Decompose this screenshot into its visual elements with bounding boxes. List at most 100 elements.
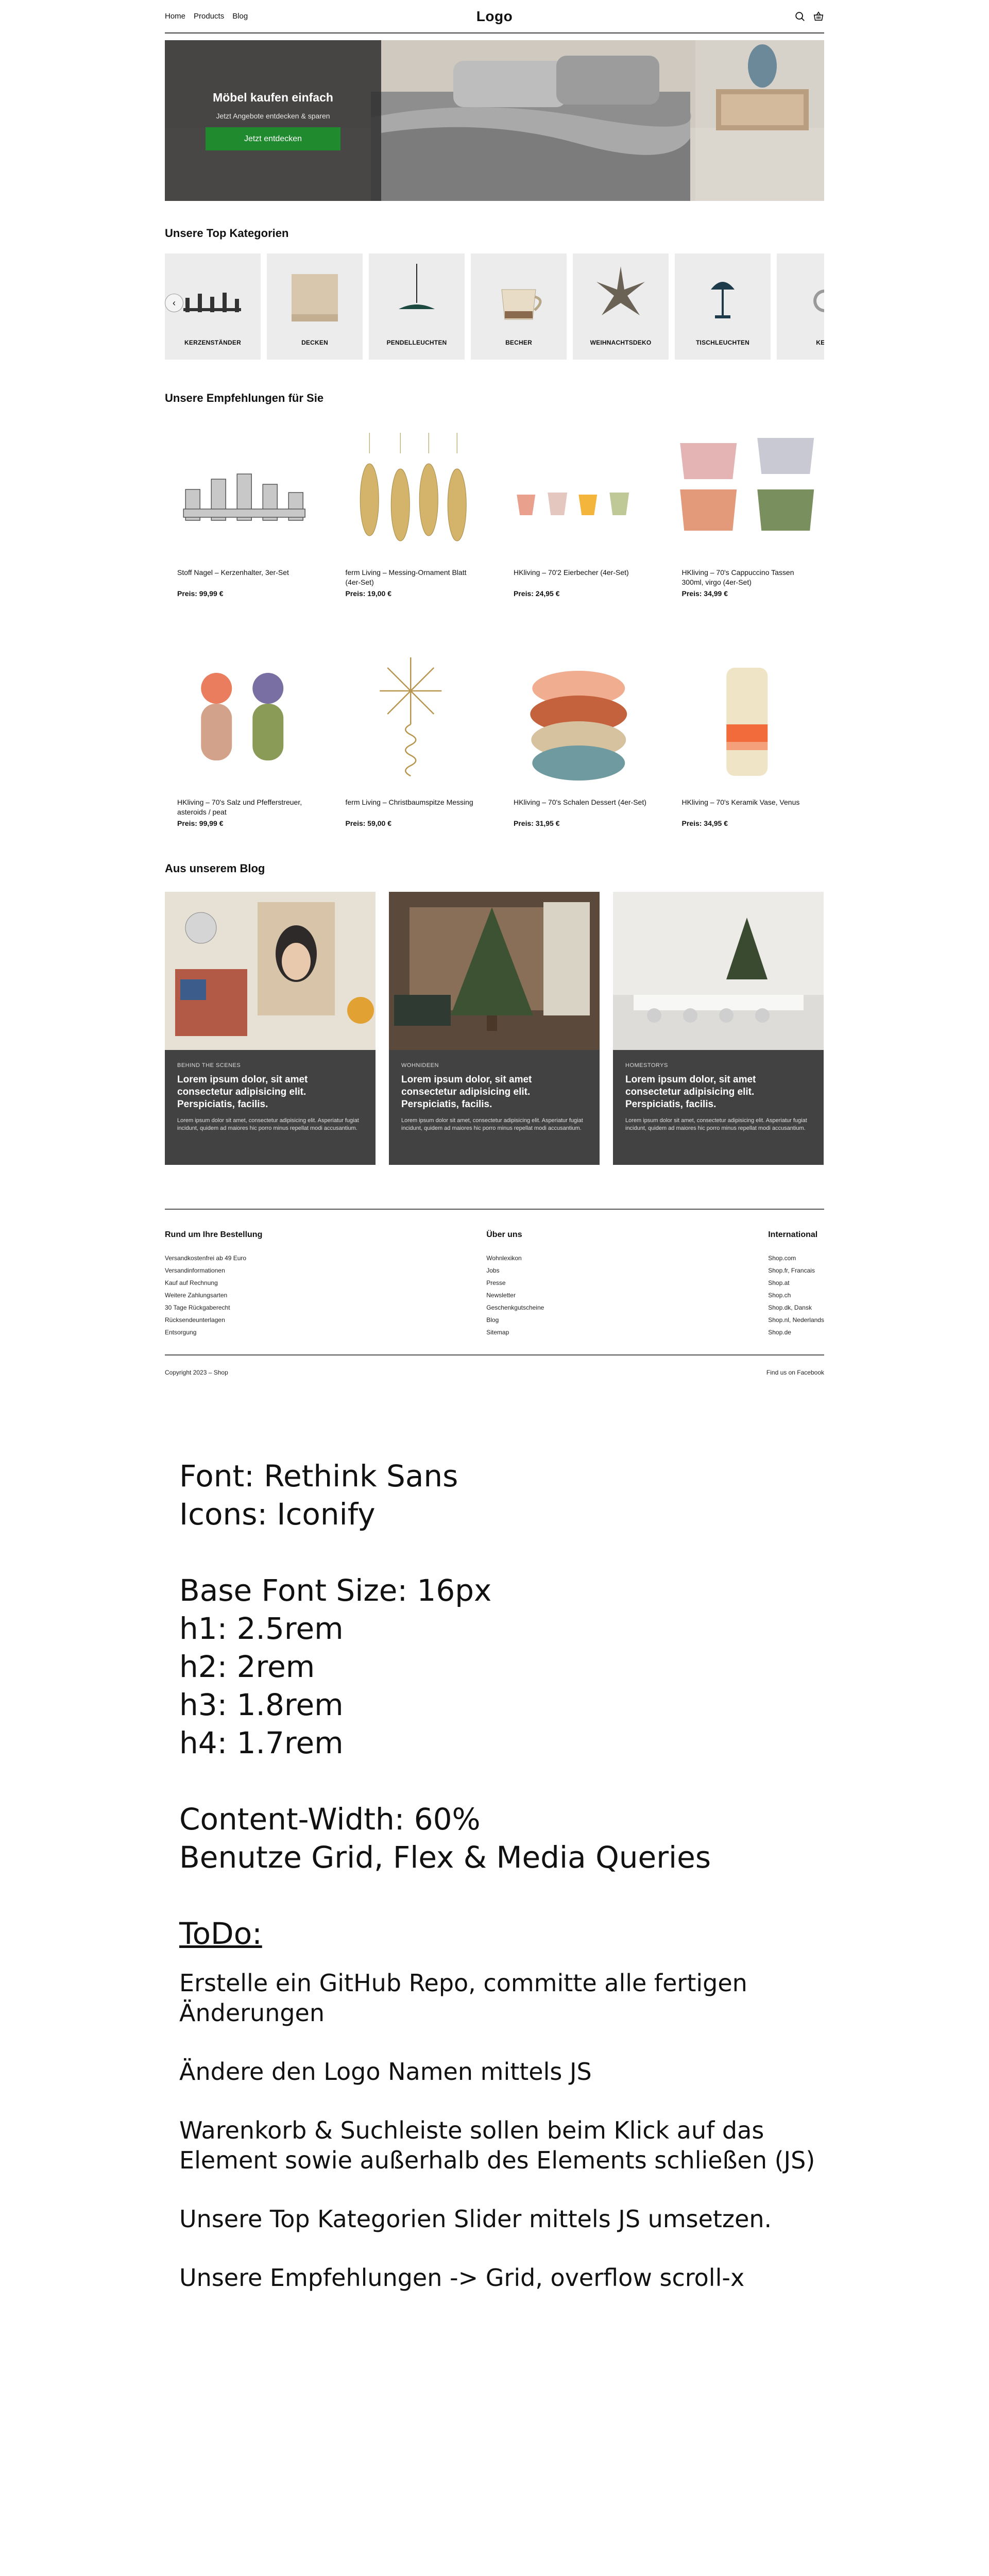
chevron-left-icon[interactable]: ‹ bbox=[165, 294, 183, 312]
product-card[interactable]: HKliving – 70's Keramik Vase, Venus Prei… bbox=[670, 652, 825, 869]
product-price: Preis: 99,99 € bbox=[177, 589, 224, 598]
search-icon[interactable] bbox=[794, 11, 806, 22]
product-name: HKliving – 70'2 Eierbecher (4er-Set) bbox=[514, 568, 629, 577]
category-card[interactable]: KERZ bbox=[777, 253, 824, 360]
category-label: PENDELLEUCHTEN bbox=[386, 339, 447, 346]
note-content-width: Content-Width: 60% bbox=[179, 1802, 481, 1837]
design-notes: Font: Rethink Sans Icons: Iconify Base F… bbox=[179, 1457, 849, 2293]
footer-link[interactable]: Weitere Zahlungsarten bbox=[165, 1289, 262, 1301]
footer-link[interactable]: Shop.com bbox=[768, 1252, 824, 1264]
product-image bbox=[379, 657, 441, 777]
footer-link[interactable]: Shop.dk, Dansk bbox=[768, 1301, 824, 1314]
product-card[interactable]: HKliving – 70'2 Eierbecher (4er-Set) Pre… bbox=[501, 422, 656, 639]
product-image bbox=[183, 473, 305, 521]
footer-divider bbox=[165, 1209, 824, 1210]
footer-col-order: Rund um Ihre Bestellung Versandkostenfre… bbox=[165, 1230, 262, 1338]
footer-col-title: Rund um Ihre Bestellung bbox=[165, 1230, 263, 1239]
footer-link[interactable]: Shop.at bbox=[768, 1277, 824, 1289]
category-card[interactable]: TISCHLEUCHTEN bbox=[675, 253, 771, 360]
product-name: ferm Living – Messing-Ornament Blatt (4e… bbox=[345, 568, 467, 586]
category-card[interactable]: WEIHNACHTSDEKO bbox=[573, 253, 669, 360]
category-label: DECKEN bbox=[301, 339, 328, 346]
product-price: Preis: 24,95 € bbox=[514, 589, 560, 598]
product-name: HKliving – 70's Schalen Dessert (4er-Set… bbox=[514, 798, 646, 806]
product-grid: Stoff Nagel – Kerzenhalter, 3er-Set Prei… bbox=[165, 422, 824, 869]
product-card[interactable]: HKliving – 70's Cappuccino Tassen 300ml,… bbox=[670, 422, 825, 639]
note-todo-1a: Erstelle ein GitHub Repo, committe alle … bbox=[179, 1969, 747, 1997]
footer-link[interactable]: Jobs bbox=[486, 1264, 544, 1277]
category-label: WEIHNACHTSDEKO bbox=[590, 339, 652, 346]
note-todo-4: Unsere Top Kategorien Slider mittels JS … bbox=[179, 2205, 772, 2233]
blog-excerpt: Lorem ipsum dolor sit amet, consectetur … bbox=[625, 1117, 807, 1131]
hero-cta-button[interactable]: Jetzt entdecken bbox=[206, 127, 340, 150]
product-image bbox=[517, 493, 629, 515]
blog-body: HOMESTORYS Lorem ipsum dolor, sit amet c… bbox=[613, 1050, 824, 1145]
product-price: Preis: 59,00 € bbox=[345, 819, 392, 827]
category-card[interactable]: BECHER bbox=[471, 253, 567, 360]
footer-link[interactable]: Shop.ch bbox=[768, 1289, 824, 1301]
product-name: HKliving – 70's Salz und Pfefferstreuer,… bbox=[177, 798, 302, 816]
note-todo-2: Ändere den Logo Namen mittels JS bbox=[179, 2058, 592, 2086]
category-label: TISCHLEUCHTEN bbox=[696, 339, 749, 346]
footer-link[interactable]: Sitemap bbox=[486, 1326, 544, 1338]
category-label: BECHER bbox=[505, 339, 532, 346]
product-image bbox=[201, 673, 284, 760]
recommendations-heading: Unsere Empfehlungen für Sie bbox=[165, 392, 324, 404]
blog-category: BEHIND THE SCENES bbox=[177, 1062, 241, 1069]
category-card[interactable]: DECKEN bbox=[267, 253, 363, 360]
note-h1: h1: 2.5rem bbox=[179, 1611, 344, 1646]
blog-category: HOMESTORYS bbox=[625, 1062, 668, 1069]
blog-title[interactable]: Lorem ipsum dolor, sit amet consectetur … bbox=[177, 1074, 363, 1111]
footer-link[interactable]: Presse bbox=[486, 1277, 544, 1289]
footer-link[interactable]: Geschenkgutscheine bbox=[486, 1301, 544, 1314]
product-card[interactable]: ferm Living – Messing-Ornament Blatt (4e… bbox=[333, 422, 488, 639]
blog-body: WOHNIDEEN Lorem ipsum dolor, sit amet co… bbox=[389, 1050, 600, 1145]
nav-home[interactable]: Home bbox=[165, 12, 185, 21]
footer-col-title: International bbox=[768, 1230, 818, 1239]
footer-link[interactable]: Wohnlexikon bbox=[486, 1252, 544, 1264]
blog-excerpt: Lorem ipsum dolor sit amet, consectetur … bbox=[177, 1117, 359, 1131]
blog-card[interactable]: HOMESTORYS Lorem ipsum dolor, sit amet c… bbox=[613, 892, 824, 1165]
footer-link[interactable]: Shop.fr, Francais bbox=[768, 1264, 824, 1277]
category-slider: KERZENSTÄNDER DECKEN PENDELLEUCHTEN BECH… bbox=[165, 253, 824, 360]
product-card[interactable]: HKliving – 70's Salz und Pfefferstreuer,… bbox=[165, 652, 320, 869]
product-card[interactable]: ferm Living – Christbaumspitze Messing P… bbox=[333, 652, 488, 869]
pendant-lamp-image bbox=[399, 264, 435, 309]
footer-col-international: International Shop.com Shop.fr, Francais… bbox=[768, 1230, 824, 1338]
facebook-link[interactable]: Find us on Facebook bbox=[766, 1369, 824, 1376]
note-base-size: Base Font Size: 16px bbox=[179, 1573, 492, 1608]
footer-link[interactable]: Blog bbox=[486, 1314, 544, 1326]
product-card[interactable]: Stoff Nagel – Kerzenhalter, 3er-Set Prei… bbox=[165, 422, 320, 639]
hero-title: Möbel kaufen einfach bbox=[213, 91, 333, 104]
blog-title[interactable]: Lorem ipsum dolor, sit amet consectetur … bbox=[401, 1074, 587, 1111]
basket-icon[interactable] bbox=[813, 11, 824, 22]
nav-blog[interactable]: Blog bbox=[232, 12, 248, 21]
footer-link[interactable]: Versandkostenfrei ab 49 Euro bbox=[165, 1252, 262, 1264]
product-name: HKliving – 70's Cappuccino Tassen 300ml,… bbox=[681, 568, 794, 586]
note-todo-5: Unsere Empfehlungen -> Grid, overflow sc… bbox=[179, 2264, 745, 2292]
nav-products[interactable]: Products bbox=[194, 12, 224, 21]
product-price: Preis: 31,95 € bbox=[514, 819, 560, 827]
footer-link[interactable]: Shop.de bbox=[768, 1326, 824, 1338]
note-todo-heading: ToDo: bbox=[179, 1916, 262, 1951]
blog-title[interactable]: Lorem ipsum dolor, sit amet consectetur … bbox=[625, 1074, 811, 1111]
blog-image bbox=[389, 892, 600, 1050]
note-h3: h3: 1.8rem bbox=[179, 1687, 344, 1722]
blog-card[interactable]: WOHNIDEEN Lorem ipsum dolor, sit amet co… bbox=[389, 892, 600, 1165]
product-image bbox=[726, 668, 768, 776]
footer-link[interactable]: Versandinformationen bbox=[165, 1264, 262, 1277]
blog-heading: Aus unserem Blog bbox=[165, 862, 265, 875]
footer-link[interactable]: Kauf auf Rechnung bbox=[165, 1277, 262, 1289]
site-logo[interactable]: Logo bbox=[476, 8, 513, 25]
footer-link[interactable]: Rücksendeunterlagen bbox=[165, 1314, 262, 1326]
footer-link[interactable]: Entsorgung bbox=[165, 1326, 262, 1338]
product-price: Preis: 19,00 € bbox=[345, 589, 392, 598]
footer-link[interactable]: Shop.nl, Nederlands bbox=[768, 1314, 824, 1326]
blog-card[interactable]: BEHIND THE SCENES Lorem ipsum dolor, sit… bbox=[165, 892, 376, 1165]
category-card[interactable]: PENDELLEUCHTEN bbox=[369, 253, 465, 360]
product-card[interactable]: HKliving – 70's Schalen Dessert (4er-Set… bbox=[501, 652, 656, 869]
footer-link[interactable]: 30 Tage Rückgaberecht bbox=[165, 1301, 262, 1314]
footer-link[interactable]: Newsletter bbox=[486, 1289, 544, 1301]
hero-overlay: Möbel kaufen einfach Jetzt Angebote entd… bbox=[165, 40, 381, 201]
blog-category: WOHNIDEEN bbox=[401, 1062, 439, 1069]
